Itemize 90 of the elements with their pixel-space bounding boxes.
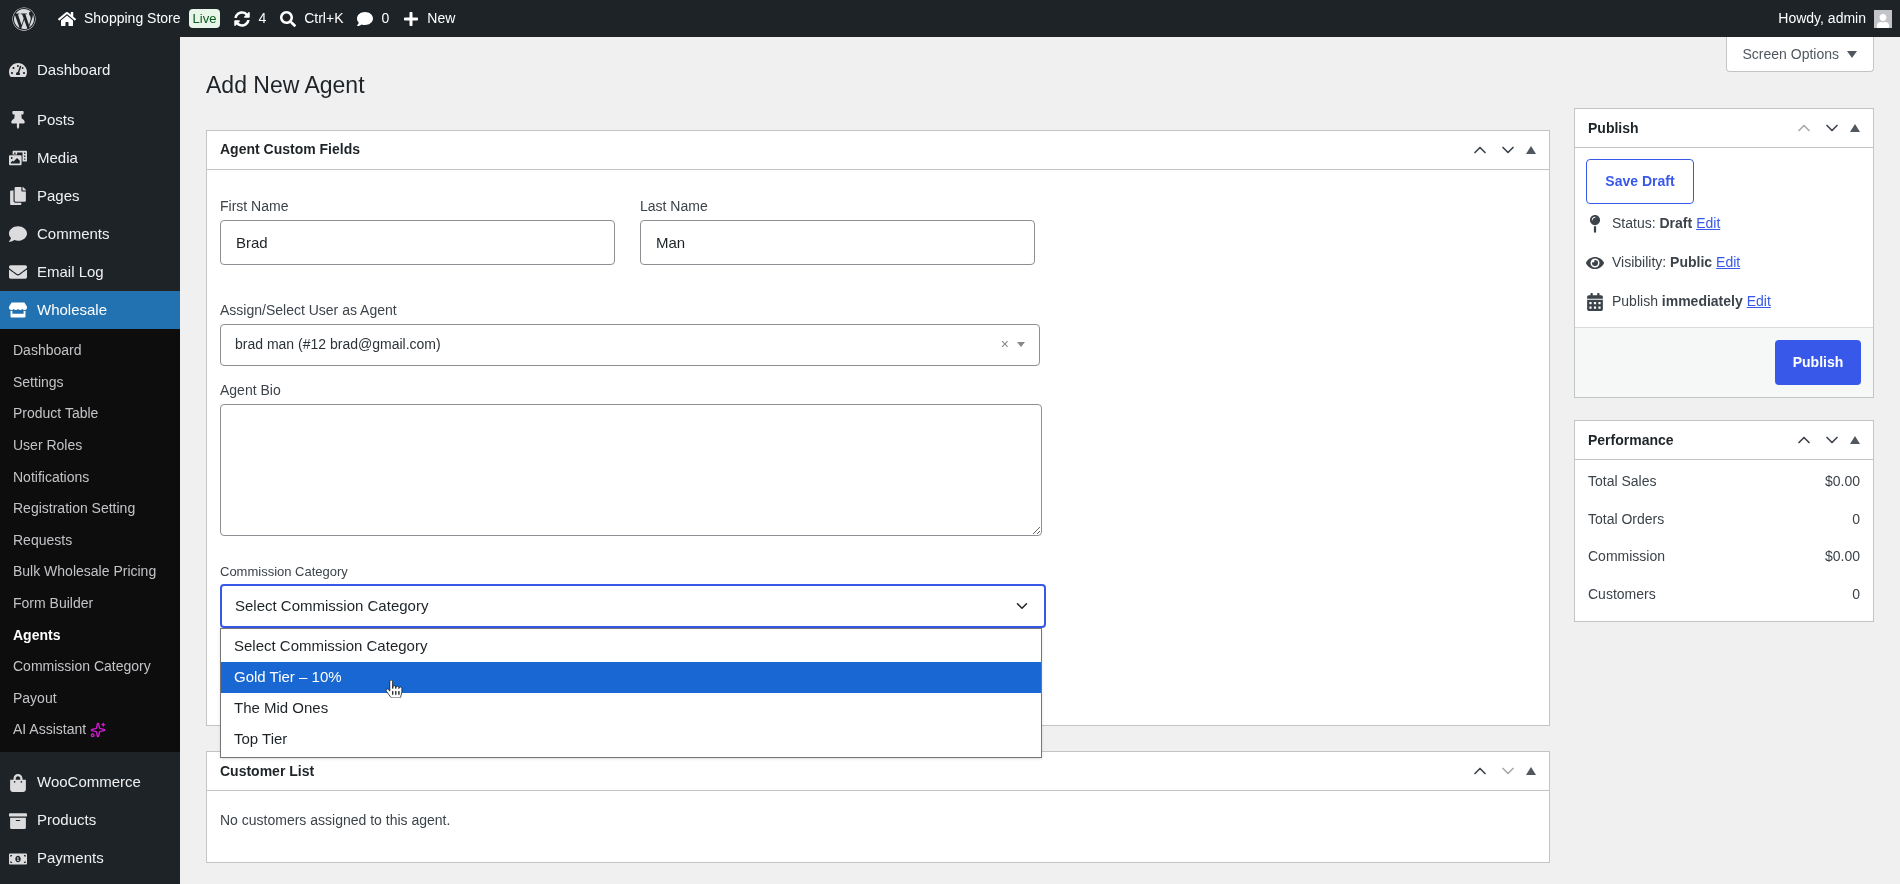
sidebar-menu-item[interactable]: Comments [0,215,180,253]
box-title: Agent Custom Fields [220,140,360,159]
metric-label: Commission [1588,547,1665,567]
speech-bubble-icon [9,225,27,243]
updates-count: 4 [258,9,267,28]
wordpress-logo-icon[interactable] [12,6,36,31]
text-input-field[interactable]: Brad [220,219,615,265]
collapse-triangle-icon[interactable] [1526,767,1536,775]
edit-link[interactable]: Edit [1716,252,1741,273]
avatar-placeholder[interactable] [1874,9,1892,28]
sidebar-menu-item[interactable]: Email Log [0,253,180,291]
field-label: First Name [220,196,290,216]
metric-label: Customers [1588,584,1656,604]
edit-link[interactable]: Edit [1696,213,1721,234]
sidebar-submenu-item[interactable]: Bulk Wholesale Pricing [13,561,157,583]
collapse-triangle-icon[interactable] [1850,124,1860,132]
metric-value: 0 [1852,509,1860,529]
sidebar-submenu-item[interactable]: Commission Category [13,656,151,678]
gauge-icon [9,61,27,79]
collapse-triangle-icon[interactable] [1526,145,1536,154]
commission-select-field[interactable]: Select Commission Category [220,584,1046,628]
box-title: Performance [1588,430,1674,450]
empty-message: No customers assigned to this agent. [220,812,451,828]
speech-bubble-icon[interactable] [357,10,374,27]
publish-info-text: Status: Draft [1612,214,1693,233]
metric-value: $0.00 [1824,547,1860,567]
sidebar-submenu-item[interactable]: Requests [13,529,73,551]
sidebar-menu-item[interactable]: Dashboard [0,51,180,89]
field-label: Assign/Select User as Agent [220,300,398,320]
edit-link[interactable]: Edit [1746,291,1771,312]
sidebar-menu-item[interactable]: WooCommerce [0,763,180,802]
sidebar-menu-item[interactable]: Posts [0,101,180,139]
search-icon[interactable] [280,10,297,27]
refresh-icon[interactable] [234,10,251,27]
home-icon[interactable] [58,9,76,28]
collapse-triangle-icon[interactable] [1850,436,1860,444]
text-input-field[interactable]: Man [640,219,1035,265]
publish-info-text: Visibility: Public [1612,253,1713,272]
shopping-bag-icon [9,773,27,792]
dropdown-triangle-icon [1017,342,1025,347]
storefront-icon [9,301,27,319]
sidebar-menu-item[interactable]: Pages [0,177,180,215]
page-title: Add New Agent [206,71,366,100]
dropdown-option[interactable]: The Mid Ones [221,693,1041,724]
sidebar-submenu-item[interactable]: Form Builder [13,593,94,615]
hand-pointer-icon [385,680,403,698]
sidebar-menu-item[interactable]: Payments [0,839,180,878]
calendar-icon [1586,292,1604,311]
dropdown-option[interactable]: Select Commission Category [221,631,1041,662]
sidebar-submenu-item[interactable]: Notifications [13,466,90,488]
user-select-field[interactable]: brad man (#12 brad@gmail.com) × [220,323,1040,366]
sidebar-menu-item[interactable]: Media [0,139,180,177]
sidebar-submenu-item[interactable]: Product Table [13,403,99,425]
save-draft-button[interactable]: Save Draft [1586,159,1694,204]
sidebar-submenu-item[interactable]: AI Assistant [13,719,87,741]
field-label: Commission Category [220,562,349,581]
pin-icon [9,111,27,129]
box-title: Customer List [220,761,315,781]
search-shortcut[interactable]: Ctrl+K [304,8,344,29]
dropdown-option[interactable]: Top Tier [221,724,1041,755]
pages-icon [9,187,27,205]
site-name-link[interactable]: Shopping Store [84,8,181,29]
sidebar-menu-item[interactable]: Products [0,801,180,840]
comments-count: 0 [381,9,390,28]
plus-icon[interactable] [403,10,420,27]
publish-button[interactable]: Publish [1775,340,1861,385]
sidebar-submenu-item[interactable]: Registration Setting [13,498,136,520]
dropdown-triangle-icon [1847,50,1857,58]
screen-options-button[interactable]: Screen Options [1725,37,1874,72]
envelope-icon [9,263,27,281]
sidebar-submenu-item[interactable]: Agents [13,624,61,646]
publish-info-text: Publish immediately [1612,292,1743,311]
sidebar-submenu-item[interactable]: Payout [13,687,57,709]
metric-value: 0 [1852,584,1860,604]
live-badge: Live [188,8,221,29]
greeting-link[interactable]: Howdy, admin [1778,8,1866,29]
media-icon [9,149,27,167]
archive-box-icon [9,811,27,830]
clear-selection-button[interactable]: × [1000,334,1009,355]
field-label: Agent Bio [220,380,282,400]
sidebar-menu-item[interactable]: Wholesale [0,291,180,329]
new-link[interactable]: New [427,8,456,29]
box-title: Publish [1588,118,1639,138]
field-label: Last Name [640,196,709,216]
sidebar-submenu-item[interactable]: Dashboard [13,340,82,362]
metric-label: Total Orders [1588,509,1665,529]
metric-label: Total Sales [1588,472,1657,492]
metric-value: $0.00 [1824,472,1860,492]
sidebar-submenu-item[interactable]: Settings [13,371,64,393]
sidebar-submenu-item[interactable]: User Roles [13,435,83,457]
